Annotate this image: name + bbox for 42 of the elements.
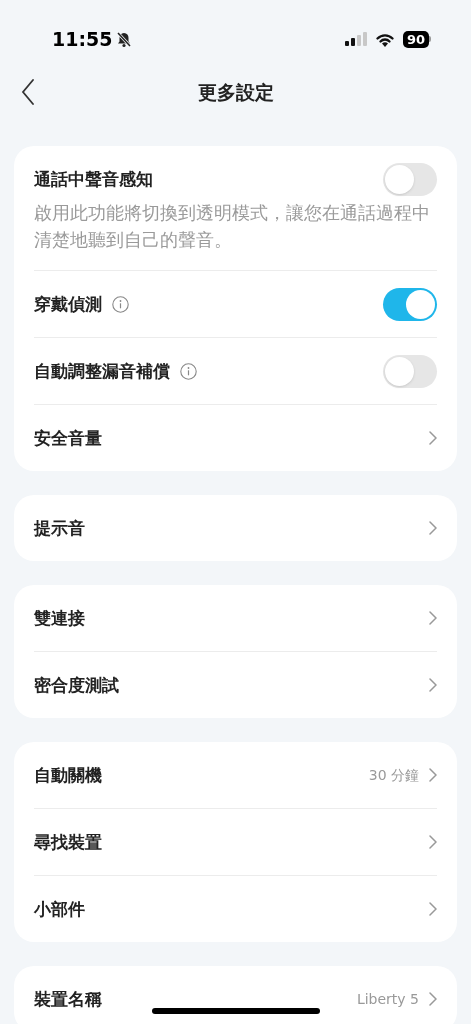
settings-row[interactable]: 尋找裝置 [34, 808, 437, 875]
settings-row[interactable]: 裝置名稱 Liberty 5 [34, 966, 437, 1024]
chevron-icon [429, 678, 437, 692]
info-icon[interactable] [180, 362, 197, 380]
setting-description: 啟用此功能將切換到透明模式，讓您在通話過程中清楚地聽到自己的聲音。 [34, 202, 431, 252]
info-icon[interactable] [112, 295, 129, 313]
setting-label: 安全音量 [34, 427, 102, 450]
setting-label: 提示音 [34, 517, 85, 540]
chevron-icon [429, 835, 437, 849]
wifi-icon [374, 31, 395, 47]
toggle-switch[interactable] [383, 354, 437, 388]
toggle-switch[interactable] [383, 287, 437, 321]
settings-row[interactable]: 小部件 [34, 875, 437, 942]
settings-row[interactable]: 自動關機 30 分鐘 [34, 742, 437, 808]
setting-label: 雙連接 [34, 607, 85, 630]
bell-muted-icon [116, 30, 133, 48]
back-icon [21, 79, 35, 105]
chevron-icon [429, 992, 437, 1006]
chevron-icon [429, 902, 437, 916]
status-time: 11:55 [52, 26, 113, 52]
setting-label: 尋找裝置 [34, 831, 102, 854]
setting-label: 通話中聲音感知 [34, 168, 153, 191]
setting-label: 小部件 [34, 898, 85, 921]
chevron-icon [429, 611, 437, 625]
page-title: 更多設定 [197, 79, 274, 105]
battery-level: 90 [402, 30, 429, 48]
setting-value: 30 分鐘 [368, 765, 419, 785]
setting-label: 自動調整漏音補償 [34, 360, 170, 383]
setting-label: 密合度測試 [34, 674, 119, 697]
toggle-switch[interactable] [383, 162, 437, 196]
settings-row[interactable]: 提示音 [34, 495, 437, 561]
setting-value: Liberty 5 [356, 989, 419, 1009]
chevron-icon [429, 521, 437, 535]
chevron-icon [429, 431, 437, 445]
setting-label: 穿戴偵測 [34, 293, 102, 316]
setting-label: 自動關機 [34, 764, 102, 787]
chevron-icon [429, 768, 437, 782]
settings-row[interactable]: 密合度測試 [34, 651, 437, 718]
signal-icon [344, 32, 367, 46]
settings-row[interactable]: 雙連接 [34, 585, 437, 651]
settings-row[interactable]: 安全音量 [34, 404, 437, 471]
setting-label: 裝置名稱 [34, 988, 102, 1011]
